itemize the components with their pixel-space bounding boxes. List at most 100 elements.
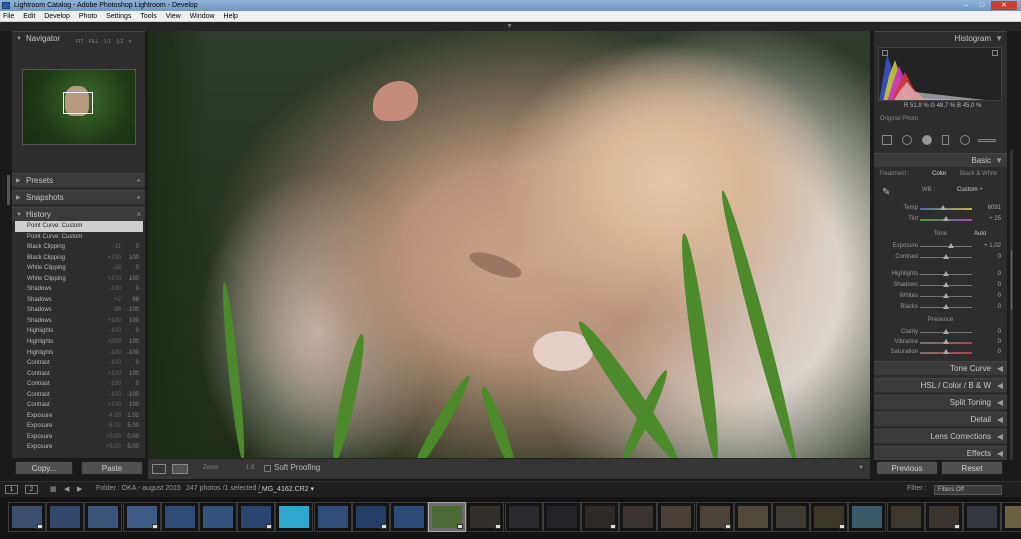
menu-settings[interactable]: Settings [106,13,131,20]
paste-button[interactable]: Paste [81,461,143,475]
filter-dropdown[interactable]: Filters Off [934,485,1002,495]
treatment-bw-option[interactable]: Black & White [960,171,997,177]
add-snapshot-icon[interactable]: + [136,191,141,205]
filmstrip-thumbnail[interactable] [581,502,619,532]
filmstrip-thumbnail[interactable] [619,502,658,532]
filmstrip-thumbnail[interactable] [848,502,887,532]
crop-tool-icon[interactable] [882,135,892,145]
history-item[interactable]: Exposure +5.00 0.00 [15,432,143,443]
history-item[interactable]: Black Clipping -11 0 [15,242,143,253]
history-item[interactable]: Contrast -100 0 [15,379,143,390]
basic-header[interactable]: Basic ▼ [874,153,1007,167]
treatment-color-option[interactable]: Color [932,171,946,177]
saturation-slider-knob[interactable] [943,349,949,354]
copy-button[interactable]: Copy... [15,461,73,475]
exposure-slider-track[interactable] [920,246,972,247]
menu-tools[interactable]: Tools [140,13,156,20]
loupe-view-icon[interactable] [152,464,166,474]
contrast-slider-knob[interactable] [943,254,949,259]
back-arrow-icon[interactable]: ◀ [64,485,69,493]
filmstrip-thumbnail[interactable] [886,502,925,532]
white-balance-picker-icon[interactable]: ✎ [882,187,894,199]
navigator-header[interactable]: ▼ Navigator FIT FILL 1:1 1:2 ▾ [12,31,145,45]
history-item[interactable]: Exposure -4.00 1.02 [15,411,143,422]
before-after-icon[interactable] [172,464,188,474]
filmstrip-thumbnail[interactable] [313,502,352,532]
reset-button[interactable]: Reset [941,461,1003,475]
top-panel-collapse-strip[interactable]: ▼ [0,22,1021,31]
filmstrip-thumbnail[interactable] [810,502,849,532]
vibrance-slider-knob[interactable] [943,339,949,344]
menu-develop[interactable]: Develop [44,13,70,20]
menu-photo[interactable]: Photo [79,13,97,20]
right-panel-scrollbar[interactable] [1010,150,1013,460]
previous-button[interactable]: Previous [876,461,938,475]
tint-slider-knob[interactable] [943,216,949,221]
history-item[interactable]: Point Curve: Custom [15,232,143,243]
graduated-filter-icon[interactable] [942,135,949,145]
temp-slider-knob[interactable] [940,205,947,210]
grid-view-icon[interactable]: ▦ [50,485,57,493]
minimize-button[interactable]: – [959,1,973,10]
navigator-zoom-options[interactable]: FIT FILL 1:1 1:2 ▾ [76,35,131,49]
history-item[interactable]: White Clipping +100 100 [15,274,143,285]
filmstrip-thumbnail[interactable] [8,502,46,532]
filmstrip-thumbnail[interactable] [351,502,390,532]
close-button[interactable]: ✕ [991,1,1017,10]
presets-header[interactable]: ▶ Presets + [12,173,145,187]
menu-edit[interactable]: Edit [23,13,35,20]
hsl-header[interactable]: HSL / Color / B & W ◀ [874,378,1007,392]
histogram-header[interactable]: Histogram ▼ [874,31,1007,45]
scroll-thumb[interactable] [1010,250,1013,310]
filmstrip-thumbnail[interactable] [542,502,581,532]
history-item[interactable]: Black Clipping +100 100 [15,253,143,264]
whites-slider-knob[interactable] [943,293,949,298]
history-item[interactable]: Shadows -98 -100 [15,305,143,316]
clear-history-icon[interactable]: × [136,208,141,222]
left-panel-scrollbar[interactable] [7,175,10,205]
highlight-clipping-icon[interactable] [992,50,998,56]
tone-curve-header[interactable]: Tone Curve ◀ [874,361,1007,375]
history-item[interactable]: Contrast +100 100 [15,400,143,411]
filmstrip-thumbnail[interactable] [160,502,199,532]
history-item[interactable]: Highlights +200 100 [15,337,143,348]
split-toning-header[interactable]: Split Toning ◀ [874,395,1007,409]
collapse-arrow-icon[interactable]: ▼ [506,23,513,30]
history-item[interactable]: Point Curve: Custom [15,221,143,232]
filmstrip-thumbnail[interactable] [924,502,963,532]
forward-arrow-icon[interactable]: ▶ [77,485,82,493]
history-item[interactable]: Exposure +5.00 5.00 [15,442,143,453]
history-item[interactable]: Contrast -100 -100 [15,390,143,401]
clarity-slider-knob[interactable] [943,329,949,334]
toolbar-menu-icon[interactable]: ▼ [858,465,864,471]
lens-corrections-header[interactable]: Lens Corrections ◀ [874,429,1007,443]
filmstrip-thumbnail[interactable] [733,502,772,532]
menu-window[interactable]: Window [190,13,215,20]
blacks-slider-knob[interactable] [943,304,949,309]
maximize-button[interactable]: □ [975,1,989,10]
effects-header[interactable]: Effects ◀ [874,446,1007,460]
filmstrip-thumbnail[interactable] [122,502,161,532]
shadows-slider-knob[interactable] [943,282,949,287]
filmstrip-thumbnail[interactable] [657,502,696,532]
history-item[interactable]: Shadows +100 100 [15,316,143,327]
history-item[interactable]: Exposure -5.02 5.00 [15,421,143,432]
history-item[interactable]: Contrast +100 100 [15,369,143,380]
filmstrip-thumbnail[interactable] [199,502,237,532]
add-preset-icon[interactable]: + [136,174,141,188]
filmstrip-thumbnail[interactable] [695,502,734,532]
adjustment-brush-icon[interactable] [978,139,996,142]
filmstrip-thumbnail[interactable] [504,502,543,532]
folder-breadcrumb[interactable]: Folder : OKA - august 2015 [96,485,181,492]
soft-proofing-checkbox[interactable] [264,465,271,472]
filmstrip-thumbnail[interactable] [46,502,85,532]
menu-help[interactable]: Help [224,13,238,20]
filmstrip-thumbnail[interactable] [1001,502,1021,532]
highlights-slider-knob[interactable] [943,271,949,276]
history-item[interactable]: Shadows -100 0 [15,284,143,295]
filmstrip-thumbnail[interactable] [428,502,467,532]
filmstrip-thumbnail[interactable] [772,502,810,532]
menu-view[interactable]: View [166,13,181,20]
window-1-button[interactable]: 1 [5,485,18,494]
window-2-button[interactable]: 2 [25,485,38,494]
